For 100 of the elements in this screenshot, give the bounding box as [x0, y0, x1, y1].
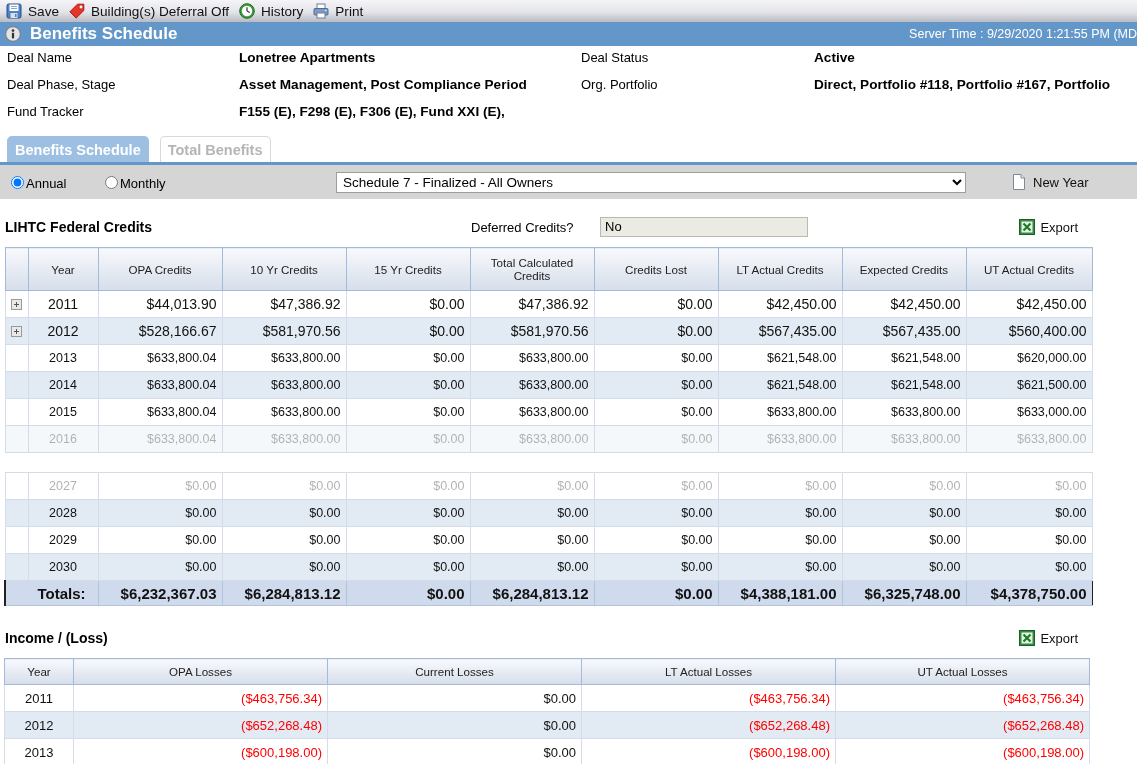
table-cell: $621,548.00 [718, 344, 842, 372]
table-cell: $6,325,748.00 [842, 580, 966, 606]
radio-label[interactable]: Monthly [120, 173, 166, 191]
table-cell: $0.00 [594, 526, 718, 554]
table-cell: 2013 [28, 344, 98, 372]
table-cell: $0.00 [98, 499, 222, 527]
column-header: 15 Yr Credits [346, 247, 470, 291]
table-cell: $0.00 [594, 553, 718, 581]
table-cell: $0.00 [842, 526, 966, 554]
table-cell: $633,800.00 [718, 398, 842, 426]
clock-icon [239, 3, 255, 19]
field-value: Active [814, 49, 855, 65]
table-cell: $633,800.00 [842, 425, 966, 453]
radio-button[interactable] [11, 175, 24, 189]
spreadsheet-icon [1019, 219, 1036, 235]
table-cell: $0.00 [470, 472, 594, 500]
table-cell: $42,450.00 [718, 290, 842, 318]
table-cell: $0.00 [718, 553, 842, 581]
new-year-button[interactable]: New Year [1012, 174, 1089, 190]
table-cell: $0.00 [594, 499, 718, 527]
table-cell: $0.00 [470, 526, 594, 554]
radio-button[interactable] [105, 175, 118, 189]
table-cell: 2029 [28, 526, 98, 554]
table-cell: $621,548.00 [842, 344, 966, 372]
table-cell: 2012 [4, 711, 74, 739]
history-button[interactable]: History [239, 1, 304, 21]
table-cell: $0.00 [346, 344, 470, 372]
table-cell: $0.00 [98, 553, 222, 581]
table-cell: $47,386.92 [222, 290, 346, 318]
server-time: Server Time : 9/29/2020 1:21:55 PM (MD [909, 27, 1137, 41]
column-header: 10 Yr Credits [222, 247, 346, 291]
table-cell: $621,548.00 [842, 371, 966, 399]
table-cell: 2013 [4, 738, 74, 764]
table-cell: $0.00 [346, 317, 470, 345]
table-cell: 2016 [28, 425, 98, 453]
column-header: OPA Credits [98, 247, 222, 291]
page-title: Benefits Schedule [30, 24, 178, 44]
table-cell: $0.00 [346, 425, 470, 453]
table-cell: $0.00 [222, 472, 346, 500]
table-cell: $0.00 [222, 526, 346, 554]
print-button[interactable]: Print [313, 1, 364, 21]
table-cell: 2030 [28, 553, 98, 581]
table-cell: $633,800.00 [470, 344, 594, 372]
table-cell: $0.00 [327, 711, 582, 739]
field-value: Direct, Portfolio #118, Portfolio #167, Portfolio [814, 76, 1111, 92]
table-cell: $633,800.00 [842, 398, 966, 426]
table-cell: $0.00 [594, 425, 718, 453]
table-cell: $4,388,181.00 [718, 580, 842, 606]
save-button[interactable]: Save [6, 1, 59, 21]
section-title: LIHTC Federal Credits [5, 219, 154, 235]
table-cell: $6,232,367.03 [98, 580, 222, 606]
table-cell: $0.00 [966, 472, 1092, 500]
table-cell: $6,284,813.12 [222, 580, 346, 606]
export-button[interactable]: Export [1019, 630, 1078, 646]
table-cell: $621,548.00 [718, 371, 842, 399]
field-value: Asset Management, Post Compliance Period [239, 76, 527, 92]
column-header: Year [28, 247, 98, 291]
table-cell: 2015 [28, 398, 98, 426]
table-cell: ($463,756.34) [835, 684, 1090, 712]
field-label: Deferred Credits? [471, 219, 575, 235]
section-title: Income / (Loss) [5, 630, 109, 646]
table-cell: $0.00 [966, 499, 1092, 527]
table-cell: $560,400.00 [966, 317, 1092, 345]
export-button[interactable]: Export [1019, 219, 1078, 235]
column-header: LT Actual Credits [718, 247, 842, 291]
table-cell: ($463,756.34) [73, 684, 328, 712]
table-cell: $0.00 [842, 499, 966, 527]
column-header: UT Actual Losses [835, 658, 1090, 685]
table-cell: $0.00 [594, 371, 718, 399]
field-value: F155 (E), F298 (E), F306 (E), Fund XXI (E), [239, 103, 505, 119]
table-cell: $0.00 [594, 472, 718, 500]
table-cell: $0.00 [718, 472, 842, 500]
column-header: UT Actual Credits [966, 247, 1092, 291]
table-cell: $0.00 [346, 499, 470, 527]
table-cell: $0.00 [346, 553, 470, 581]
deferral-toggle-button[interactable]: Building(s) Deferral Off [69, 1, 229, 21]
table-cell: $633,800.04 [98, 398, 222, 426]
table-cell: $47,386.92 [470, 290, 594, 318]
table-cell: $0.00 [966, 553, 1092, 581]
table-cell: $0.00 [470, 499, 594, 527]
table-cell: $633,800.04 [98, 425, 222, 453]
table-cell: $633,800.04 [98, 371, 222, 399]
table-cell: 2012 [28, 317, 98, 345]
table-cell: ($652,268.48) [73, 711, 328, 739]
table-cell: $0.00 [222, 499, 346, 527]
field-label: Deal Name [7, 49, 73, 65]
field-label: Deal Status [581, 49, 649, 65]
column-header: Expected Credits [842, 247, 966, 291]
deferred-credits-field[interactable]: No [600, 217, 808, 237]
radio-label[interactable]: Annual [26, 173, 67, 191]
table-cell: $633,800.00 [470, 398, 594, 426]
field-label: Org. Portfolio [581, 76, 658, 92]
table-cell: $0.00 [222, 553, 346, 581]
table-cell: $0.00 [346, 472, 470, 500]
schedule-dropdown[interactable]: Schedule 7 - Finalized - All Owners [336, 171, 966, 193]
table-cell: $633,800.00 [718, 425, 842, 453]
table-cell: $528,166.67 [98, 317, 222, 345]
table-cell: $44,013.90 [98, 290, 222, 318]
column-header: Total Calculated Credits [470, 247, 594, 291]
table-cell: ($463,756.34) [581, 684, 836, 712]
